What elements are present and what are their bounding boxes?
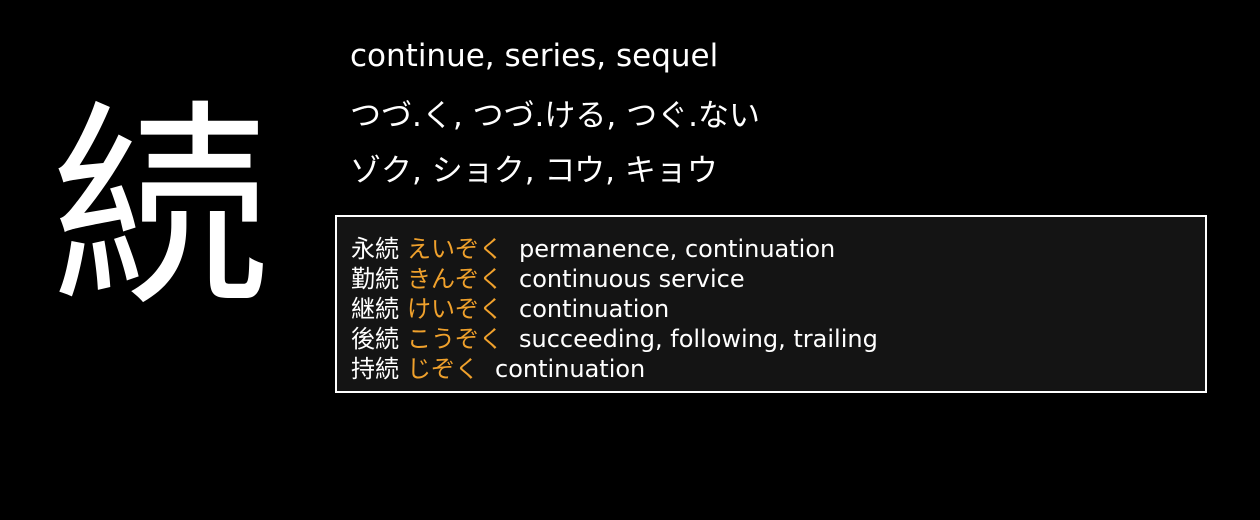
vocab-definition: continuous service (519, 265, 745, 293)
vocab-item: 持続 じぞく continuation (351, 354, 1205, 384)
vocab-word: 持続 (351, 355, 399, 383)
kanji-meaning: continue, series, sequel (350, 38, 719, 74)
vocab-reading: じぞく (407, 355, 479, 383)
kanji-character: 続 (51, 83, 269, 336)
on-readings: ゾク, ショク, コウ, キョウ (350, 153, 718, 189)
vocab-definition: succeeding, following, trailing (519, 325, 878, 353)
vocabulary-box: 永続 えいぞく permanence, continuation 勤続 きんぞく con… (335, 215, 1207, 393)
vocab-item: 勤続 きんぞく continuous service (351, 264, 1205, 294)
vocab-reading: きんぞく (407, 265, 503, 293)
vocab-item: 後続 こうぞく succeeding, following, trailing (351, 324, 1205, 354)
vocab-reading: けいぞく (407, 295, 503, 323)
kun-readings: つづ.く, つづ.ける, つぐ.ない (350, 98, 760, 134)
vocab-definition: continuation (519, 295, 670, 323)
vocab-word: 後続 (351, 325, 399, 353)
vocab-reading: えいぞく (407, 235, 503, 263)
vocab-definition: permanence, continuation (519, 235, 836, 263)
vocab-reading: こうぞく (407, 325, 503, 353)
vocab-item: 永続 えいぞく permanence, continuation (351, 234, 1205, 264)
vocab-word: 勤続 (351, 265, 399, 293)
vocab-word: 継続 (351, 295, 399, 323)
vocab-item: 継続 けいぞく continuation (351, 294, 1205, 324)
vocab-word: 永続 (351, 235, 399, 263)
vocab-definition: continuation (495, 355, 646, 383)
